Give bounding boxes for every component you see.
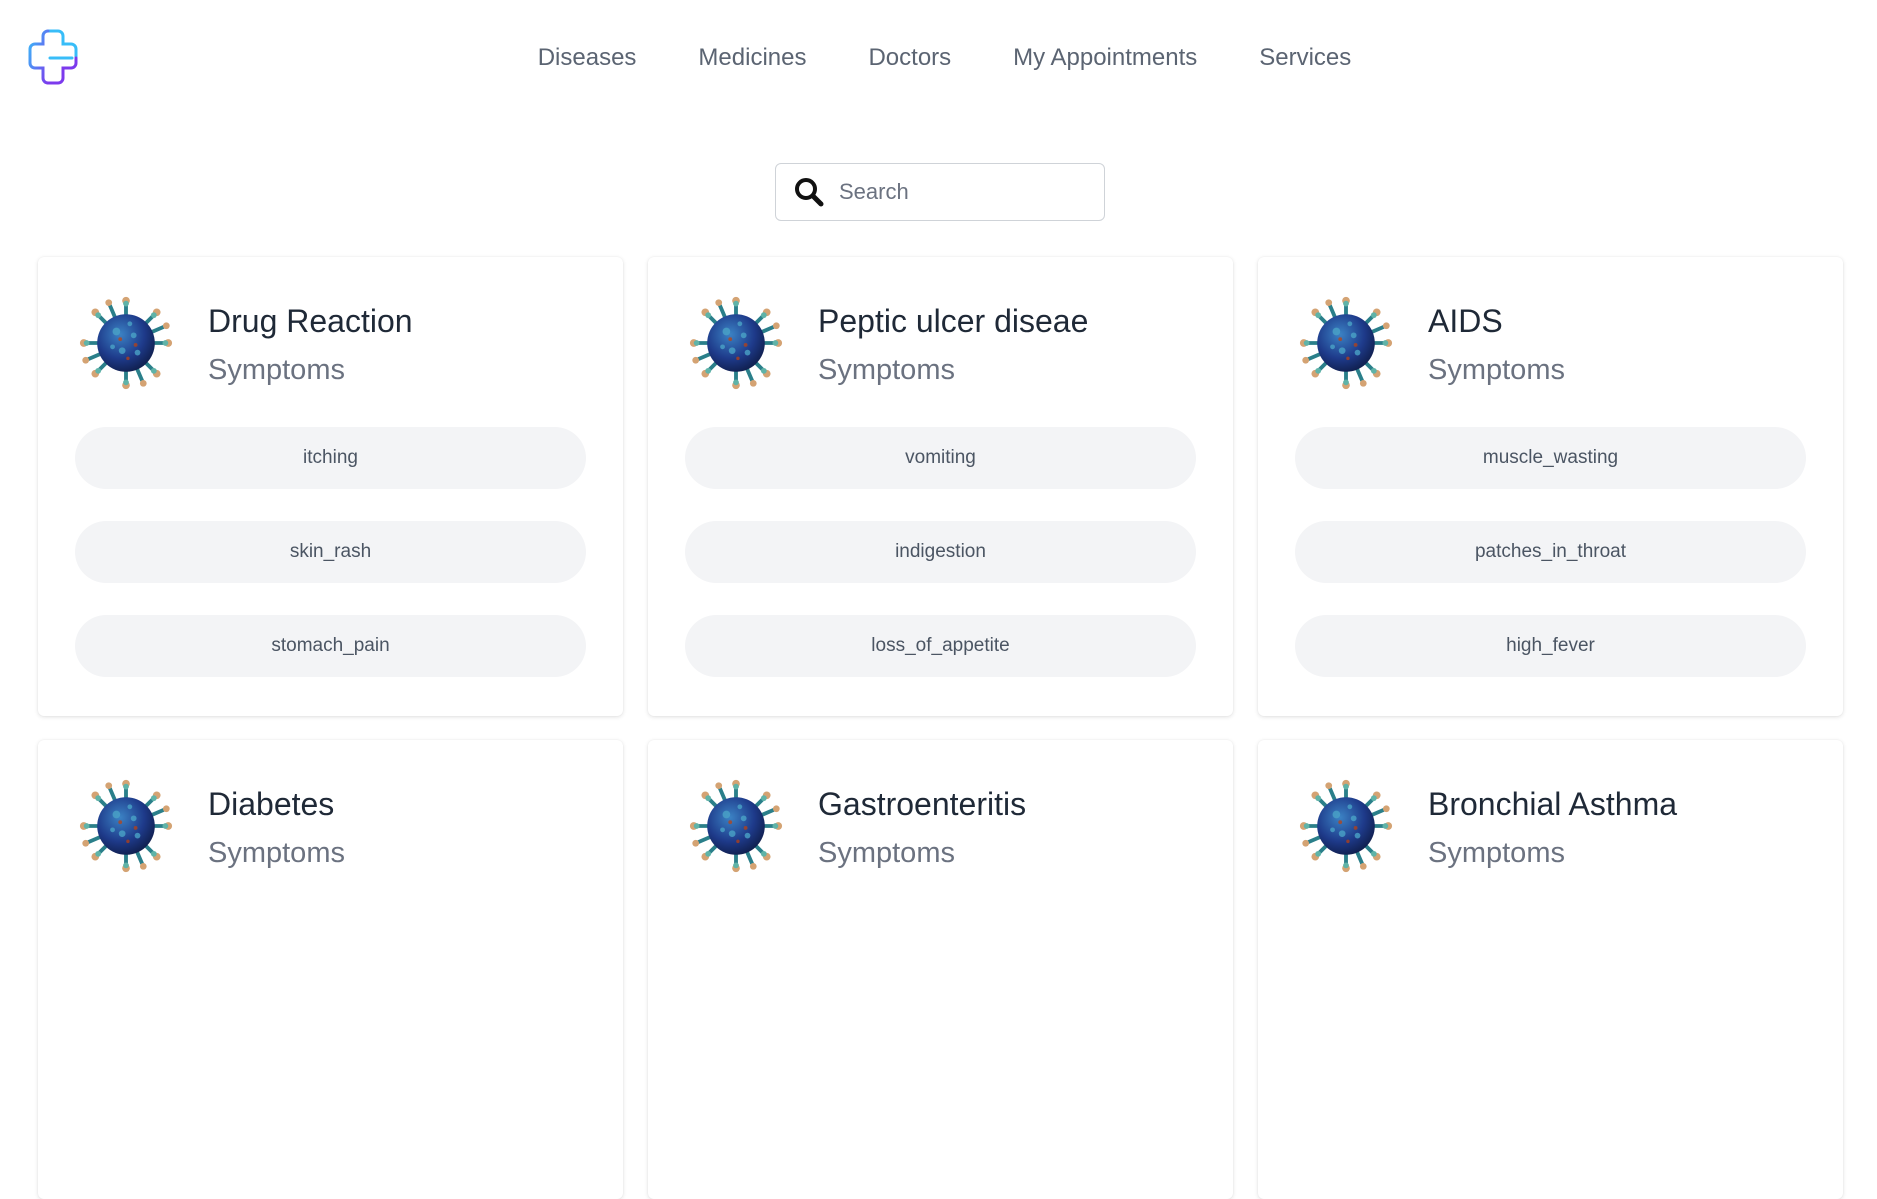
card-header: Drug Reaction Symptoms <box>78 295 413 391</box>
symptoms-subtitle: Symptoms <box>1428 837 1565 869</box>
virus-icon <box>1298 778 1394 874</box>
search-icon <box>795 178 824 207</box>
symptom-tag[interactable]: patches_in_throat <box>1295 521 1806 583</box>
card-header: Gastroenteritis Symptoms <box>688 778 1026 874</box>
nav-services[interactable]: Services <box>1259 40 1351 76</box>
card-header: Peptic ulcer diseae Symptoms <box>688 295 1088 391</box>
disease-card-grid: Drug Reaction Symptoms itching skin_rash… <box>38 257 1843 1199</box>
symptom-list: itching skin_rash stomach_pain <box>75 427 586 709</box>
virus-icon <box>78 778 174 874</box>
disease-title: Gastroenteritis <box>818 786 1027 822</box>
symptoms-subtitle: Symptoms <box>1428 354 1565 386</box>
top-header: Diseases Medicines Doctors My Appointmen… <box>0 0 1877 120</box>
symptoms-subtitle: Symptoms <box>818 354 955 386</box>
symptoms-subtitle: Symptoms <box>208 837 345 869</box>
disease-card[interactable]: AIDS Symptoms muscle_wasting patches_in_… <box>1258 257 1843 716</box>
symptom-tag[interactable]: loss_of_appetite <box>685 615 1196 677</box>
nav-doctors[interactable]: Doctors <box>868 40 951 76</box>
card-header: Bronchial Asthma Symptoms <box>1298 778 1677 874</box>
virus-icon <box>78 295 174 391</box>
symptom-tag[interactable]: muscle_wasting <box>1295 427 1806 489</box>
disease-card[interactable]: Peptic ulcer diseae Symptoms vomiting in… <box>648 257 1233 716</box>
symptom-tag[interactable]: vomiting <box>685 427 1196 489</box>
disease-card[interactable]: Bronchial Asthma Symptoms <box>1258 740 1843 1199</box>
card-header: Diabetes Symptoms <box>78 778 345 874</box>
virus-icon <box>688 295 784 391</box>
search-input[interactable] <box>837 178 1077 206</box>
symptom-tag[interactable]: indigestion <box>685 521 1196 583</box>
disease-card[interactable]: Diabetes Symptoms <box>38 740 623 1199</box>
disease-title: Diabetes <box>208 786 335 822</box>
disease-title: Peptic ulcer diseae <box>818 303 1089 339</box>
disease-title: Drug Reaction <box>208 303 413 339</box>
symptom-list: vomiting indigestion loss_of_appetite <box>685 427 1196 709</box>
disease-title: Bronchial Asthma <box>1428 786 1678 822</box>
nav-medicines[interactable]: Medicines <box>698 40 806 76</box>
symptoms-subtitle: Symptoms <box>208 354 345 386</box>
symptom-tag[interactable]: high_fever <box>1295 615 1806 677</box>
card-header: AIDS Symptoms <box>1298 295 1565 391</box>
nav-diseases[interactable]: Diseases <box>538 40 637 76</box>
main-nav: Diseases Medicines Doctors My Appointmen… <box>0 40 1877 76</box>
symptoms-subtitle: Symptoms <box>818 837 955 869</box>
disease-card[interactable]: Gastroenteritis Symptoms <box>648 740 1233 1199</box>
disease-card[interactable]: Drug Reaction Symptoms itching skin_rash… <box>38 257 623 716</box>
nav-my-appointments[interactable]: My Appointments <box>1013 40 1197 76</box>
virus-icon <box>1298 295 1394 391</box>
search-box[interactable] <box>775 163 1105 221</box>
symptom-tag[interactable]: itching <box>75 427 586 489</box>
symptom-tag[interactable]: skin_rash <box>75 521 586 583</box>
symptom-list: muscle_wasting patches_in_throat high_fe… <box>1295 427 1806 709</box>
symptom-tag[interactable]: stomach_pain <box>75 615 586 677</box>
disease-title: AIDS <box>1428 303 1503 339</box>
virus-icon <box>688 778 784 874</box>
